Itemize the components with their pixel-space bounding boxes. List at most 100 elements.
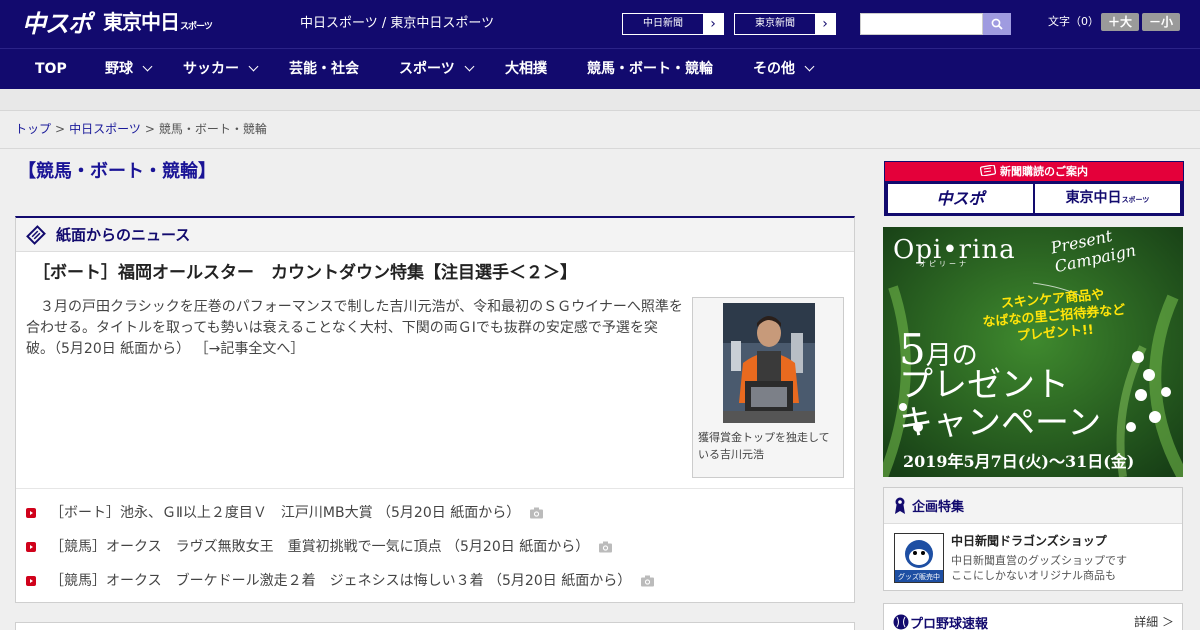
subscribe-tokyo-small: スポーツ bbox=[1121, 196, 1150, 204]
subscribe-chuspo-button[interactable]: 中スポ bbox=[888, 184, 1033, 213]
nav-item-other[interactable]: その他 bbox=[753, 49, 815, 89]
tokyo-shimbun-button[interactable]: 東京新聞 › bbox=[734, 13, 836, 35]
font-size-label: 文字（0） bbox=[1048, 15, 1099, 28]
nav-item-entertainment[interactable]: 芸能・社会 bbox=[289, 49, 359, 89]
ad-headline-present: プレゼント bbox=[899, 365, 1069, 405]
pro-baseball-more-link[interactable]: 詳細 ＞ bbox=[1134, 613, 1174, 630]
ad-brand-sub: オピリーナ bbox=[919, 260, 969, 268]
camera-icon bbox=[641, 575, 655, 587]
news-section-header: 紙面からのニュース bbox=[16, 218, 854, 252]
nav-item-racing[interactable]: 競馬・ボート・競輪 bbox=[587, 49, 713, 89]
subscription-banner[interactable]: 新聞購読のご案内 中スポ 東京中日スポーツ bbox=[884, 161, 1184, 216]
ticket-icon bbox=[979, 164, 997, 177]
newspaper-icon bbox=[26, 224, 46, 245]
search-input[interactable] bbox=[860, 13, 983, 35]
pro-baseball-title: プロ野球速報 bbox=[910, 617, 989, 630]
chunichi-shimbun-button[interactable]: 中日新聞 › bbox=[622, 13, 724, 35]
camera-icon bbox=[530, 507, 544, 519]
chuspo-logo[interactable]: 中スポ bbox=[22, 9, 92, 39]
ad-banner[interactable]: Opi•rina オピリーナ Present Campaign スキンケア商品や… bbox=[883, 227, 1183, 477]
news-list-item-text[interactable]: ［競馬］オークス ラヴズ無敗女王 重賞初挑戦で一気に頂点 （5月20日 紙面から… bbox=[50, 537, 589, 557]
page-title: 【競馬・ボート・競輪】 bbox=[18, 161, 216, 182]
nav-item-label: 大相撲 bbox=[505, 61, 547, 77]
subscription-title: 新聞購読のご案内 bbox=[885, 162, 1183, 181]
chevron-down-icon bbox=[248, 61, 259, 72]
feature-section-header: 企画特集 bbox=[884, 488, 1182, 524]
breadcrumb-separator: > bbox=[144, 122, 155, 136]
chevron-right-icon: › bbox=[703, 14, 723, 34]
lead-article-title[interactable]: ［ボート］福岡オールスター カウントダウン特集【注目選手＜２＞】 bbox=[33, 262, 577, 284]
baseball-icon bbox=[893, 614, 909, 630]
play-bullet-icon bbox=[26, 576, 36, 586]
dragons-shop-description: 中日新聞直営のグッズショップです ここにしかないオリジナル商品も bbox=[951, 553, 1127, 583]
news-list-item-text[interactable]: ［競馬］オークス ブーケドール激走２着 ジェネシスは悔しい３着 （5月20日 紙… bbox=[50, 571, 631, 591]
font-smaller-button[interactable]: －小 bbox=[1142, 13, 1180, 31]
dragons-mascot-icon: グッズ販売中 bbox=[895, 534, 943, 582]
news-list-item[interactable]: ［ボート］池永、ＧⅡ以上２度目Ｖ 江戸川MB大賞 （5月20日 紙面から） bbox=[26, 503, 846, 537]
dragons-thumb-text: グッズ販売中 bbox=[898, 572, 940, 581]
chunichi-shimbun-label: 中日新聞 bbox=[643, 18, 683, 29]
nav-item-baseball[interactable]: 野球 bbox=[105, 49, 153, 89]
play-bullet-icon bbox=[26, 508, 36, 518]
lead-photo-caption: 獲得賞金トップを独走している吉川元浩 bbox=[698, 431, 830, 461]
feature-section: 企画特集 グッズ販売中 中日新聞ドラゴンズショップ 中日新聞直営のグッズショップ… bbox=[883, 487, 1183, 591]
chevron-right-icon: › bbox=[815, 14, 835, 34]
dragons-shop-desc-line: ここにしかないオリジナル商品も bbox=[951, 569, 1116, 582]
pro-baseball-section: プロ野球速報 詳細 ＞ bbox=[883, 603, 1183, 630]
font-larger-button[interactable]: ＋大 bbox=[1101, 13, 1139, 31]
main-nav: TOP 野球 サッカー 芸能・社会 スポーツ 大相撲 競馬・ボート・競輪 その他 bbox=[0, 48, 1200, 89]
tokyo-chunichi-logo-text: 東京中日 bbox=[103, 9, 180, 34]
subscribe-tokyo-label: 東京中日 bbox=[1065, 190, 1122, 206]
nav-item-label: スポーツ bbox=[399, 61, 455, 77]
nav-item-label: 芸能・社会 bbox=[289, 61, 359, 77]
news-list-item[interactable]: ［競馬］オークス ブーケドール激走２着 ジェネシスは悔しい３着 （5月20日 紙… bbox=[26, 571, 846, 605]
site-logo[interactable]: 中スポ 東京中日スポーツ bbox=[22, 7, 213, 42]
play-bullet-icon bbox=[26, 542, 36, 552]
next-section-box bbox=[15, 622, 855, 630]
breadcrumb-separator: > bbox=[55, 122, 66, 136]
dragons-shop-title[interactable]: 中日新聞ドラゴンズショップ bbox=[951, 532, 1107, 549]
lead-photo[interactable] bbox=[723, 303, 815, 423]
breadcrumb-link-chunichi-sports[interactable]: 中日スポーツ bbox=[69, 122, 141, 136]
nav-item-label: サッカー bbox=[183, 61, 239, 77]
subscription-buttons: 中スポ 東京中日スポーツ bbox=[885, 181, 1183, 216]
read-more-link[interactable]: ［→記事全文へ］ bbox=[195, 341, 305, 357]
news-section: 紙面からのニュース ［ボート］福岡オールスター カウントダウン特集【注目選手＜２… bbox=[15, 216, 855, 603]
news-list: ［ボート］池永、ＧⅡ以上２度目Ｖ 江戸川MB大賞 （5月20日 紙面から） ［競… bbox=[26, 503, 846, 605]
subscribe-tokyo-button[interactable]: 東京中日スポーツ bbox=[1035, 184, 1180, 213]
news-list-item[interactable]: ［競馬］オークス ラヴズ無敗女王 重賞初挑戦で一気に頂点 （5月20日 紙面から… bbox=[26, 537, 846, 571]
camera-icon bbox=[599, 541, 613, 553]
breadcrumb-link-top[interactable]: トップ bbox=[15, 122, 51, 136]
news-section-title: 紙面からのニュース bbox=[56, 226, 191, 244]
divider bbox=[16, 488, 854, 489]
dragons-shop-thumbnail[interactable]: グッズ販売中 bbox=[894, 533, 944, 583]
nav-item-label: その他 bbox=[753, 61, 795, 77]
nav-item-sumo[interactable]: 大相撲 bbox=[505, 49, 547, 89]
chevron-down-icon bbox=[142, 61, 153, 72]
search-button[interactable] bbox=[983, 13, 1011, 35]
search-icon bbox=[991, 18, 1003, 30]
feature-section-title: 企画特集 bbox=[912, 500, 965, 515]
nav-item-label: 野球 bbox=[105, 61, 133, 77]
chevron-down-icon bbox=[804, 61, 815, 72]
sub-bar bbox=[0, 89, 1200, 111]
lead-article-summary: ３月の戸田クラシックを圧巻のパフォーマンスで制した吉川元浩が、令和最初のＳＧウイ… bbox=[26, 299, 683, 357]
ad-date: 2019年5月7日(火)〜31日(金) bbox=[903, 452, 1135, 471]
nav-item-soccer[interactable]: サッカー bbox=[183, 49, 259, 89]
nav-item-top[interactable]: TOP bbox=[35, 49, 67, 89]
tokyo-chunichi-logo[interactable]: 東京中日スポーツ bbox=[103, 7, 213, 42]
boat-racer-photo bbox=[723, 303, 815, 423]
nav-item-label: 競馬・ボート・競輪 bbox=[587, 61, 713, 77]
lead-photo-box: 獲得賞金トップを独走している吉川元浩 bbox=[692, 297, 844, 478]
site-links[interactable]: 中日スポーツ / 東京中日スポーツ bbox=[300, 15, 494, 33]
nav-item-sports[interactable]: スポーツ bbox=[399, 49, 475, 89]
breadcrumb: トップ > 中日スポーツ > 競馬・ボート・競輪 bbox=[0, 111, 1200, 149]
site-header: 中スポ 東京中日スポーツ 中日スポーツ / 東京中日スポーツ 中日新聞 › 東京… bbox=[0, 0, 1200, 48]
subscription-title-text: 新聞購読のご案内 bbox=[1000, 165, 1088, 178]
ad-headline-campaign: キャンペーン bbox=[899, 403, 1102, 443]
lead-article-body: ３月の戸田クラシックを圧巻のパフォーマンスで制した吉川元浩が、令和最初のＳＧウイ… bbox=[26, 297, 684, 360]
tokyo-shimbun-label: 東京新聞 bbox=[755, 18, 795, 29]
breadcrumb-current: 競馬・ボート・競輪 bbox=[158, 122, 267, 136]
news-list-item-text[interactable]: ［ボート］池永、ＧⅡ以上２度目Ｖ 江戸川MB大賞 （5月20日 紙面から） bbox=[50, 503, 520, 523]
chevron-down-icon bbox=[464, 61, 475, 72]
